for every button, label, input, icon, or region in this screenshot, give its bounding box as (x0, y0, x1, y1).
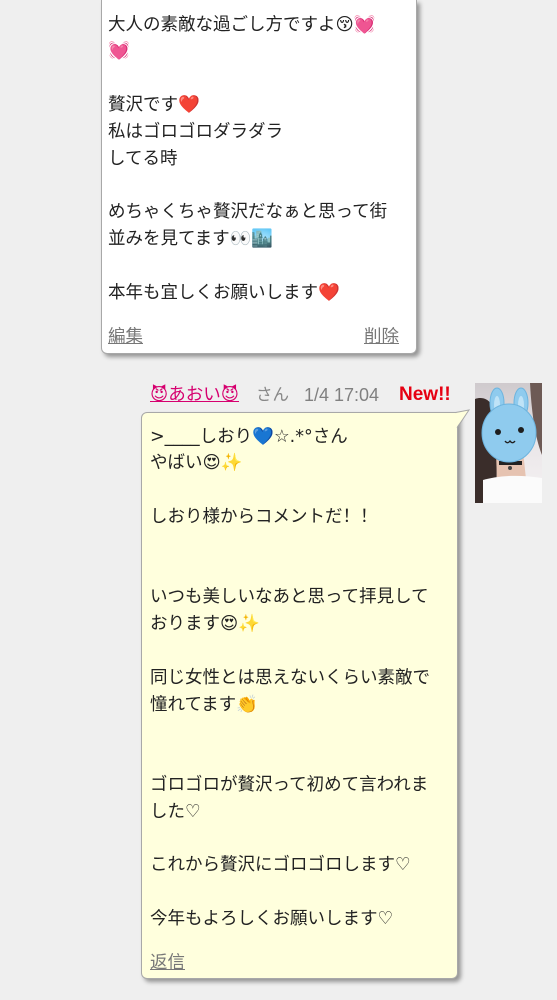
comment-line: 憧れてます👏 (150, 694, 258, 715)
comment-line (150, 477, 452, 504)
comment-line (150, 718, 452, 745)
comment-line (150, 531, 452, 558)
reply-timestamp: 1/4 17:04 (304, 385, 380, 405)
comment-line: 大人の素敵な過ごし方ですよ😚💓 (108, 14, 376, 35)
comment-line: めちゃくちゃ贅沢だなぁと思って街 (108, 202, 388, 223)
reply-link[interactable]: 返信 (150, 950, 185, 977)
author-name-link[interactable]: 😈あおい😈 (150, 382, 239, 408)
comment-line (108, 65, 410, 92)
comment-line: ゴロゴロが贅沢って初めて言われま (150, 774, 429, 795)
avatar-shirt (483, 475, 542, 503)
own-comment-body: 大人の素敵な過ごし方ですよ😚💓 💓 贅沢です❤️ 私はゴロゴロダラダラ してる時… (108, 12, 410, 307)
comment-line: >____しおり💙☆.*°さん (150, 426, 348, 447)
comment-line (150, 826, 452, 853)
comment-line (150, 558, 452, 585)
delete-link[interactable]: 削除 (364, 324, 399, 351)
comment-line: 私はゴロゴロダラダラ (108, 121, 283, 142)
comment-line: 💓 (108, 41, 130, 62)
edit-link[interactable]: 編集 (108, 324, 143, 351)
comment-line: した♡ (150, 801, 201, 822)
comment-line (150, 638, 452, 665)
comment-line: しおり様からコメントだ！！ (150, 506, 378, 527)
avatar[interactable] (475, 383, 542, 503)
comment-line (108, 172, 410, 199)
avatar-photo (475, 383, 542, 503)
bubble-tail (454, 409, 471, 429)
comment-line: いつも美しいなあと思って拝見して (150, 587, 429, 608)
reply-body: >____しおり💙☆.*°さん やばい😍✨ しおり様からコメントだ！！ いつも美… (150, 424, 452, 933)
comment-line: 並みを見てます👀🏙️ (108, 228, 274, 249)
author-honorific: さん (256, 385, 289, 404)
comment-line (150, 745, 452, 772)
comment-line: 本年も宜しくお願いします❤️ (108, 282, 340, 303)
reply-bubble: >____しおり💙☆.*°さん やばい😍✨ しおり様からコメントだ！！ いつも美… (141, 412, 458, 979)
comment-line: これから贅沢にゴロゴロします♡ (150, 855, 411, 876)
comment-thread: 大人の素敵な過ごし方ですよ😚💓 💓 贅沢です❤️ 私はゴロゴロダラダラ してる時… (0, 0, 557, 1000)
comment-line: 今年もよろしくお願いします♡ (150, 908, 394, 929)
comment-line: 贅沢です❤️ (108, 94, 200, 115)
comment-line (108, 253, 410, 280)
comment-line: やばい😍✨ (150, 453, 243, 474)
new-badge: New!! (399, 384, 451, 405)
comment-line: してる時 (108, 148, 178, 169)
comment-line: おります😍✨ (150, 614, 261, 635)
own-comment-bubble: 大人の素敵な過ごし方ですよ😚💓 💓 贅沢です❤️ 私はゴロゴロダラダラ してる時… (101, 0, 417, 354)
avatar-pendant (508, 466, 512, 470)
comment-line (150, 879, 452, 906)
comment-line: 同じ女性とは思えないくらい素敵で (150, 667, 430, 688)
